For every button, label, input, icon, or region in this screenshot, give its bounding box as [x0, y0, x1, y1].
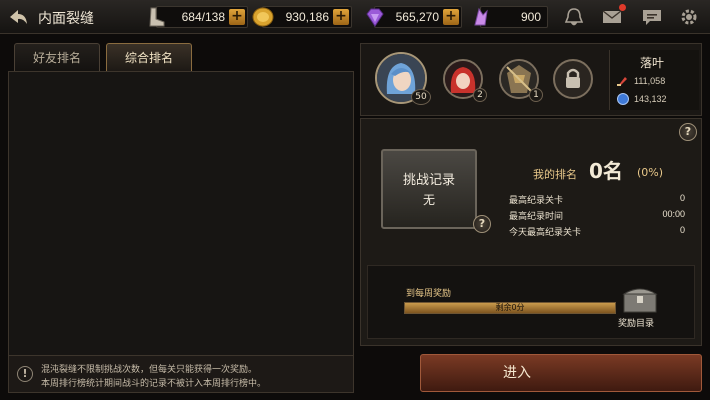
stat-row: 最高纪录时间 00:00	[509, 209, 685, 222]
crystal-value: 900	[520, 10, 541, 24]
notice-box: ! 混沌裂缝不限制挑战次数，但每关只能获得一次奖励。 本周排行榜统计期间战斗的记…	[8, 355, 354, 393]
chat-icon[interactable]	[640, 6, 664, 28]
player-info: 落叶 111,058 143,132	[609, 50, 699, 110]
record-title: 挑战记录	[402, 173, 455, 188]
hero-level-badge: 50	[411, 89, 431, 105]
my-rank-value: 0名	[589, 159, 623, 183]
gold-coin-icon	[251, 5, 275, 29]
locked-slot[interactable]	[553, 59, 593, 99]
orb-value: 143,132	[634, 94, 667, 104]
stat-value: 0	[679, 193, 685, 203]
notification-dot	[619, 4, 626, 11]
stat-value: 00:00	[662, 209, 685, 219]
crystal-counter: 900	[474, 6, 548, 28]
team-panel: 50 2 1 落叶 111,058 143,132	[360, 43, 702, 116]
settings-gear-icon[interactable]	[677, 6, 701, 28]
record-value: 无	[422, 193, 435, 207]
challenge-record-banner: 挑战记录 无	[381, 149, 477, 229]
reward-remaining: 剩余0分	[495, 303, 525, 312]
hero-level-badge: 1	[529, 88, 543, 102]
bell-icon[interactable]	[562, 6, 586, 28]
blue-orb-icon	[616, 92, 630, 106]
gold-counter: 930,186 +	[252, 6, 352, 28]
back-arrow-icon[interactable]	[6, 5, 30, 29]
gems-counter: 565,270 +	[366, 6, 462, 28]
hero-level-badge: 2	[473, 88, 487, 102]
notice-line-1: 混沌裂缝不限制挑战次数，但每关只能获得一次奖励。	[41, 365, 258, 375]
purple-gem-icon	[363, 5, 387, 29]
stat-row: 最高纪录关卡 0	[509, 193, 685, 206]
stat-label: 最高纪录时间	[509, 212, 564, 222]
treasure-chest-icon[interactable]	[618, 284, 662, 314]
stamina-value: 684/138	[181, 10, 225, 24]
my-rank-percent: (0%)	[637, 166, 664, 179]
gold-value: 930,186	[285, 10, 329, 24]
gems-value: 565,270	[395, 10, 439, 24]
notice-line-2: 本周排行榜统计期间战斗的记录不被计入本周排行榜中。	[41, 379, 267, 389]
power-value: 111,058	[634, 76, 666, 86]
my-rank-label: 我的排名	[533, 168, 577, 181]
ranking-list[interactable]	[8, 71, 354, 356]
weekly-reward-label: 到每周奖励	[406, 289, 452, 299]
weekly-reward-box: 到每周奖励 剩余0分 奖励目录	[367, 265, 695, 339]
top-bar: 内面裂缝 684/138 + 930,186 + 565,270 + 900	[0, 0, 710, 34]
mail-icon[interactable]	[600, 4, 626, 28]
reward-progress-bar: 剩余0分	[404, 302, 616, 314]
help-icon[interactable]: ?	[679, 123, 697, 141]
page-title: 内面裂缝	[38, 11, 94, 27]
add-gold-button[interactable]: +	[333, 9, 349, 25]
add-stamina-button[interactable]: +	[229, 9, 245, 25]
stat-label: 最高纪录关卡	[509, 196, 564, 206]
tab-friend-ranking[interactable]: 好友排名	[14, 43, 100, 71]
tab-overall-ranking[interactable]: 综合排名	[106, 43, 192, 71]
crystal-icon	[469, 5, 493, 29]
lock-icon	[555, 61, 591, 97]
player-name: 落叶	[640, 56, 665, 70]
add-gems-button[interactable]: +	[443, 9, 459, 25]
reward-catalog-label: 奖励目录	[618, 319, 655, 329]
sword-power-icon	[616, 74, 630, 88]
stat-value: 0	[679, 225, 685, 235]
stamina-counter: 684/138 +	[149, 6, 248, 28]
stat-row: 今天最高纪录关卡 0	[509, 225, 685, 238]
boot-icon	[145, 5, 169, 29]
enter-button[interactable]: 进入	[420, 354, 702, 392]
exclamation-icon: !	[17, 366, 33, 382]
stat-label: 今天最高纪录关卡	[509, 228, 582, 238]
ranking-list-panel: 好友排名 综合排名 ! 混沌裂缝不限制挑战次数，但每关只能获得一次奖励。 本周排…	[8, 43, 354, 393]
record-help-icon[interactable]: ?	[473, 215, 491, 233]
ranking-detail-panel: ? 挑战记录 无 ? 我的排名 0名 (0%) 最高纪录关卡 0 最高纪录时间 …	[360, 118, 702, 346]
